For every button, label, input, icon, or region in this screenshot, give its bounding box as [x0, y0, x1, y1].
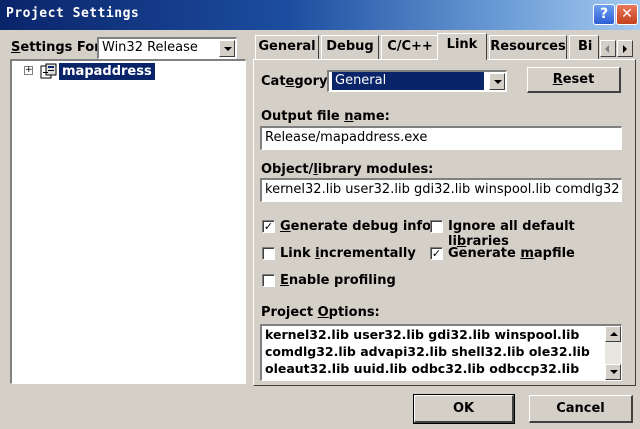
generate-mapfile-checkbox[interactable]: ✓	[430, 247, 443, 260]
options-line: kernel32.lib user32.lib gdi32.lib winspo…	[265, 327, 580, 342]
category-label: Category:	[261, 74, 333, 89]
generate-debug-label: Generate debug info	[280, 219, 432, 234]
project-options-textarea[interactable]: kernel32.lib user32.lib gdi32.lib winspo…	[260, 324, 622, 381]
ignore-defaults-label: Ignore all default libraries	[448, 219, 575, 249]
config-combo[interactable]: Win32 Release	[97, 37, 237, 59]
tab-browse-info[interactable]: Bi	[569, 35, 599, 59]
expand-icon[interactable]: +	[24, 66, 33, 75]
config-value: Win32 Release	[102, 40, 198, 55]
help-button[interactable]: ?	[593, 4, 615, 25]
tab-cpp[interactable]: C/C++	[381, 35, 439, 59]
modules-input[interactable]: kernel32.lib user32.lib gdi32.lib winspo…	[260, 178, 622, 202]
project-options-label: Project Options:	[261, 305, 380, 320]
ignore-defaults-checkbox[interactable]	[430, 220, 443, 233]
project-tree[interactable]: + mapaddress	[10, 59, 246, 384]
enable-profiling-checkbox[interactable]	[262, 274, 275, 287]
title-bar: Project Settings ? ✕	[0, 0, 640, 30]
options-line: oleaut32.lib uuid.lib odbc32.lib odbccp3…	[265, 361, 580, 376]
modules-label: Object/library modules:	[261, 162, 434, 177]
tab-link[interactable]: Link	[437, 33, 487, 60]
tab-general[interactable]: General	[255, 35, 319, 59]
close-icon: ✕	[621, 6, 633, 22]
link-incremental-checkbox[interactable]	[262, 247, 275, 260]
output-file-label: Output file name:	[261, 109, 390, 124]
chevron-down-icon[interactable]	[219, 40, 235, 57]
tab-debug[interactable]: Debug	[321, 35, 379, 59]
tab-scroll-right-icon[interactable]	[617, 40, 633, 57]
cancel-button[interactable]: Cancel	[529, 395, 633, 423]
options-scrollbar[interactable]	[605, 326, 621, 380]
generate-debug-checkbox[interactable]: ✓	[262, 220, 275, 233]
ok-button[interactable]: OK	[413, 394, 515, 424]
tab-resources[interactable]: Resources	[489, 35, 567, 59]
generate-mapfile-label: Generate mapfile	[448, 246, 575, 261]
output-file-input[interactable]: Release/mapaddress.exe	[260, 126, 622, 150]
options-line: comdlg32.lib advapi32.lib shell32.lib ol…	[265, 344, 590, 359]
category-value: General	[332, 72, 484, 90]
reset-button[interactable]: Reset	[527, 67, 621, 93]
tab-scroll-left-icon[interactable]	[600, 40, 616, 57]
enable-profiling-label: Enable profiling	[280, 273, 396, 288]
chevron-down-icon[interactable]	[489, 73, 505, 90]
tree-item-mapaddress[interactable]: mapaddress	[59, 63, 155, 80]
link-incremental-label: Link incrementally	[280, 246, 416, 261]
close-button[interactable]: ✕	[616, 4, 638, 25]
settings-for-label: Settings For:	[11, 40, 106, 55]
help-icon: ?	[599, 6, 609, 22]
scroll-down-icon[interactable]	[605, 364, 621, 380]
project-icon	[40, 63, 57, 79]
category-combo[interactable]: General	[327, 70, 507, 92]
window-title: Project Settings	[6, 6, 140, 21]
scroll-up-icon[interactable]	[605, 326, 621, 342]
